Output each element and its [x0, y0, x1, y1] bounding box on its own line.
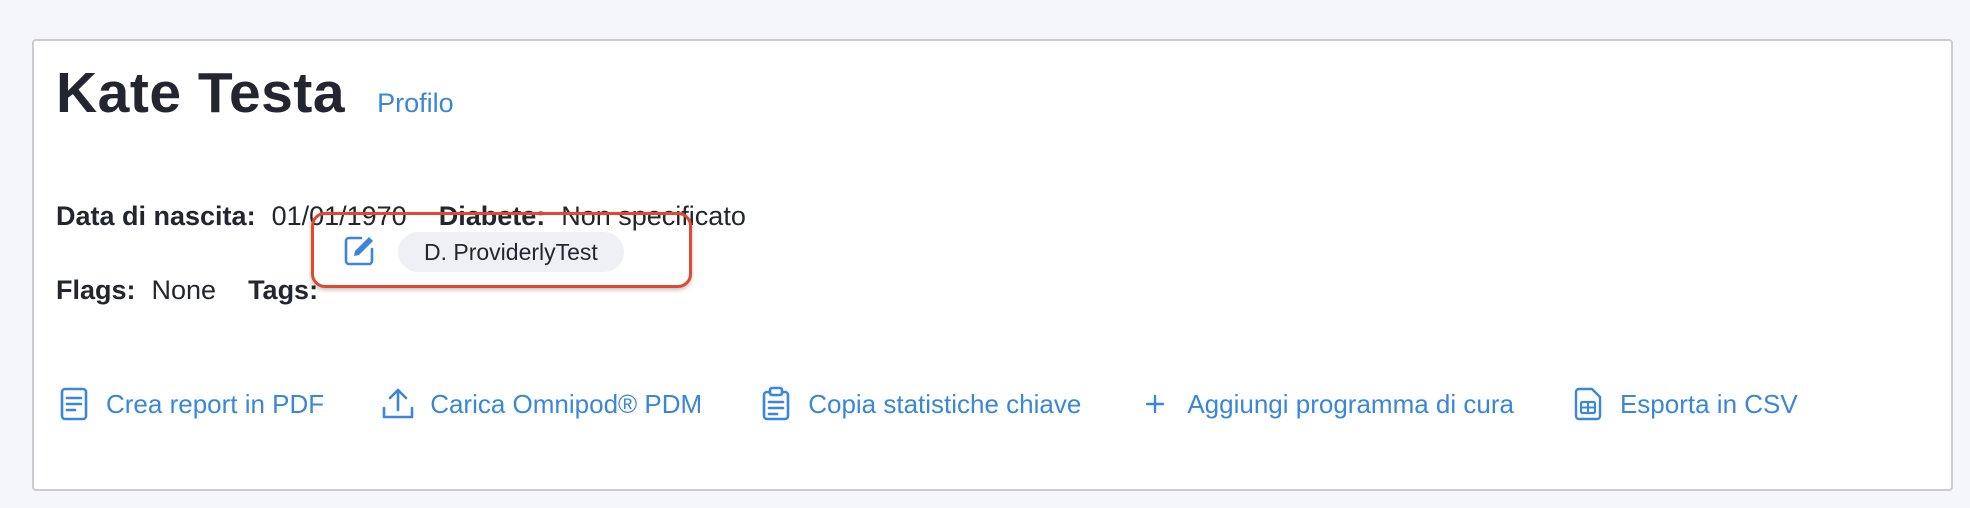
export-csv-button[interactable]: Esporta in CSV [1570, 386, 1798, 422]
pdf-report-icon [60, 387, 88, 421]
flags-tags-row: Flags: None Tags: [56, 270, 318, 310]
export-csv-label: Esporta in CSV [1619, 388, 1798, 419]
copy-key-stats-label: Copia statistiche chiave [808, 388, 1082, 419]
upload-icon [382, 388, 414, 419]
add-care-program-label: Aggiungi programma di cura [1187, 388, 1514, 419]
create-pdf-report-label: Crea report in PDF [106, 388, 325, 419]
upload-omnipod-pdm-label: Carica Omnipod® PDM [430, 388, 703, 419]
copy-key-stats-button[interactable]: Copia statistiche chiave [758, 386, 1081, 422]
patient-header: Kate Testa Profilo [56, 60, 454, 126]
action-bar: Crea report in PDF Carica Omnipod® PDM C… [56, 382, 1798, 426]
birth-date-label: Data di nascita: [56, 200, 256, 231]
profile-link[interactable]: Profilo [377, 88, 454, 119]
add-care-program-button[interactable]: Aggiungi programma di cura [1137, 386, 1514, 422]
csv-file-icon [1574, 387, 1602, 421]
tags-label: Tags: [248, 274, 319, 305]
flags-label: Flags: [56, 274, 136, 305]
upload-omnipod-pdm-button[interactable]: Carica Omnipod® PDM [380, 386, 702, 422]
clipboard-icon [762, 386, 790, 421]
create-pdf-report-button[interactable]: Crea report in PDF [56, 386, 324, 422]
flags-value: None [151, 274, 217, 305]
patient-name: Kate Testa [56, 61, 346, 125]
plus-icon [1146, 394, 1165, 414]
tag-chip[interactable]: D. ProviderlyTest [398, 232, 624, 272]
edit-tags-icon[interactable] [341, 233, 377, 269]
